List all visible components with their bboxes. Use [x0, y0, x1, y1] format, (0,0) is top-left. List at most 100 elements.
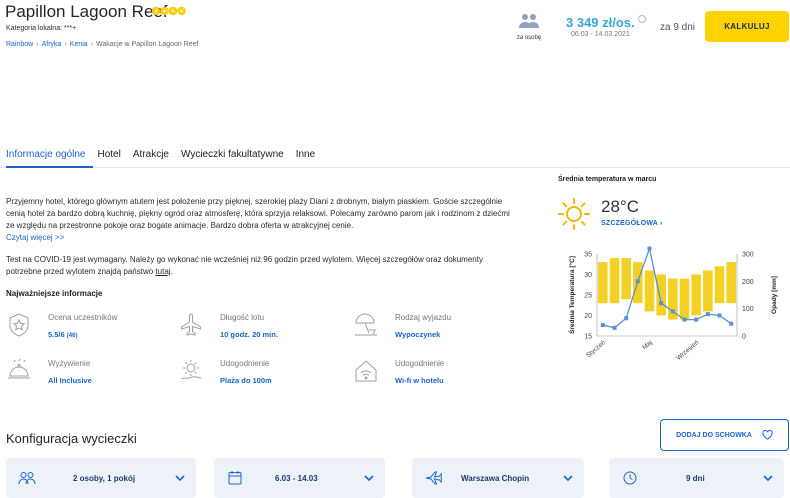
breadcrumb-rainbow[interactable]: Rainbow [6, 41, 33, 48]
travellers-select[interactable]: 2 osoby, 1 pokój [6, 458, 196, 498]
hotel-name: Papillon Lagoon Reef [5, 2, 168, 21]
info-label: Rodzaj wyjazdu [395, 313, 452, 322]
calendar-icon [228, 471, 242, 485]
description-text: Przyjemny hotel, którego głównym atutem … [6, 197, 510, 230]
people-icon [18, 472, 36, 485]
departure-select[interactable]: Warszawa Chopin [412, 458, 584, 498]
x-tick-label: Wrzesień [675, 339, 700, 362]
info-value: Wi-fi w hotelu [395, 376, 444, 385]
clock-icon [623, 471, 637, 485]
add-to-favorites-label: DODAJ DO SCHOWKA [676, 431, 752, 439]
info-label: Udogodnienie [220, 359, 270, 368]
trip-duration: za 9 dni [660, 22, 696, 33]
y-tick-right: 100 [742, 306, 754, 313]
dates-select[interactable]: 6.03 - 14.03 [214, 458, 385, 498]
x-tick-label: Styczeń [585, 339, 608, 359]
sun-icon [558, 198, 590, 230]
temperature-bar [598, 262, 608, 304]
price-dates: 06.03 - 14.03.2021 [571, 31, 630, 38]
duration-value: 9 dni [686, 474, 705, 483]
weather-detail-label: SZCZEGÓŁOWA [601, 220, 658, 227]
temperature-bar [703, 270, 713, 312]
info-label: Ocena uczestników [48, 313, 118, 322]
price-info-icon[interactable] [638, 15, 646, 23]
rating-count[interactable]: (46) [67, 333, 78, 339]
chevron-down-icon [763, 475, 773, 482]
precipitation-point [647, 246, 652, 251]
tab-inne[interactable]: Inne [296, 149, 315, 160]
temperature: 28°C [601, 197, 639, 216]
info-value: All Inclusive [48, 376, 92, 385]
rating-stars-icon [151, 6, 186, 16]
hotel-category: Kategoria lokalna: ***+ [6, 25, 77, 32]
per-person-toggle[interactable]: za osobę [512, 13, 546, 43]
precipitation-point [694, 317, 699, 322]
y-tick-left: 30 [584, 272, 592, 279]
precipitation-point [670, 309, 675, 314]
info-label: Udogodnienie [395, 359, 445, 368]
precipitation-point [682, 317, 687, 322]
tab-informacje-ogolne[interactable]: Informacje ogólne [6, 149, 86, 160]
precipitation-point [705, 312, 710, 317]
hotel-description: Przyjemny hotel, którego głównym atutem … [6, 196, 516, 244]
beach-sun-icon [180, 360, 202, 380]
breadcrumb: Rainbow › Afryka › Kenia › Wakacje w Papillon … [6, 41, 199, 48]
precipitation-point [635, 279, 640, 284]
covid-link[interactable]: tutaj [155, 267, 170, 276]
precipitation-point [600, 323, 605, 328]
temperature-bar [644, 270, 655, 312]
info-value: 10 godz. 20 min. [220, 330, 278, 339]
y-tick-left: 15 [584, 334, 592, 341]
y-axis-label-right: Opady [mm] [771, 276, 778, 314]
covid-text: Test na COVID-19 jest wymagany. Należy g… [6, 255, 483, 276]
tabs: Informacje ogólne Hotel Atrakcje Wyciecz… [6, 149, 327, 160]
temperature-bar [609, 258, 620, 304]
plane-icon [181, 313, 201, 336]
chevron-down-icon [364, 475, 374, 482]
calculate-button[interactable]: KALKULUJ [705, 11, 789, 42]
tab-hotel[interactable]: Hotel [98, 149, 121, 160]
travellers-value: 2 osoby, 1 pokój [73, 474, 136, 483]
active-tab-indicator [6, 166, 93, 168]
config-heading: Konfiguracja wycieczki [6, 431, 137, 446]
weather-detail-link[interactable]: SZCZEGÓŁOWA › [601, 220, 662, 227]
info-value: Wypoczynek [395, 330, 441, 339]
info-label: Długość lotu [220, 313, 265, 322]
wifi-house-icon [355, 360, 377, 382]
weather-heading: Średnia temperatura w marcu [558, 176, 657, 183]
duration-select[interactable]: 9 dni [609, 458, 784, 498]
tab-wycieczki[interactable]: Wycieczki fakultatywne [181, 149, 284, 160]
read-more-link[interactable]: Czytaj więcej >> [6, 233, 64, 242]
covid-info: Test na COVID-19 jest wymagany. Należy g… [6, 254, 511, 278]
tab-atrakcje[interactable]: Atrakcje [133, 149, 169, 160]
chevron-down-icon [563, 475, 573, 482]
add-to-favorites-button[interactable]: DODAJ DO SCHOWKA [660, 419, 789, 451]
chevron-right-icon: › [659, 220, 663, 227]
beach-umbrella-icon [355, 313, 377, 336]
info-amenity-beach: Udogodnienie Plaża do 100m [178, 358, 348, 398]
temperature-bar [714, 266, 725, 304]
temperature-bar [691, 274, 701, 316]
departure-value: Warszawa Chopin [461, 474, 530, 483]
info-board: Wyżywienie All Inclusive [6, 358, 176, 398]
y-tick-left: 25 [584, 293, 592, 300]
price: 3 349 zł/os. [566, 15, 635, 30]
breadcrumb-kenia[interactable]: Kenia [70, 41, 88, 48]
covid-end: . [170, 267, 173, 276]
precipitation-point [659, 301, 664, 306]
info-trip-type: Rodzaj wyjazdu Wypoczynek [353, 312, 523, 352]
y-axis-label-left: Średnia Temperatura [°C] [567, 256, 576, 334]
breadcrumb-current: Wakacje w Papillon Lagoon Reef [96, 41, 199, 48]
y-tick-right: 300 [742, 252, 754, 259]
info-rating: Ocena uczestników 5.5/6 (46) [6, 312, 176, 352]
precipitation-point [729, 321, 734, 326]
key-info-heading: Najważniejsze informacje [6, 289, 103, 298]
food-cloche-icon [8, 358, 30, 379]
people-icon [519, 14, 539, 28]
breadcrumb-afryka[interactable]: Afryka [42, 41, 62, 48]
temperature-bar [726, 262, 736, 304]
star-badge-icon [9, 313, 29, 337]
precipitation-point [612, 325, 617, 330]
plane-icon [425, 471, 442, 485]
temperature-bar [621, 258, 631, 300]
